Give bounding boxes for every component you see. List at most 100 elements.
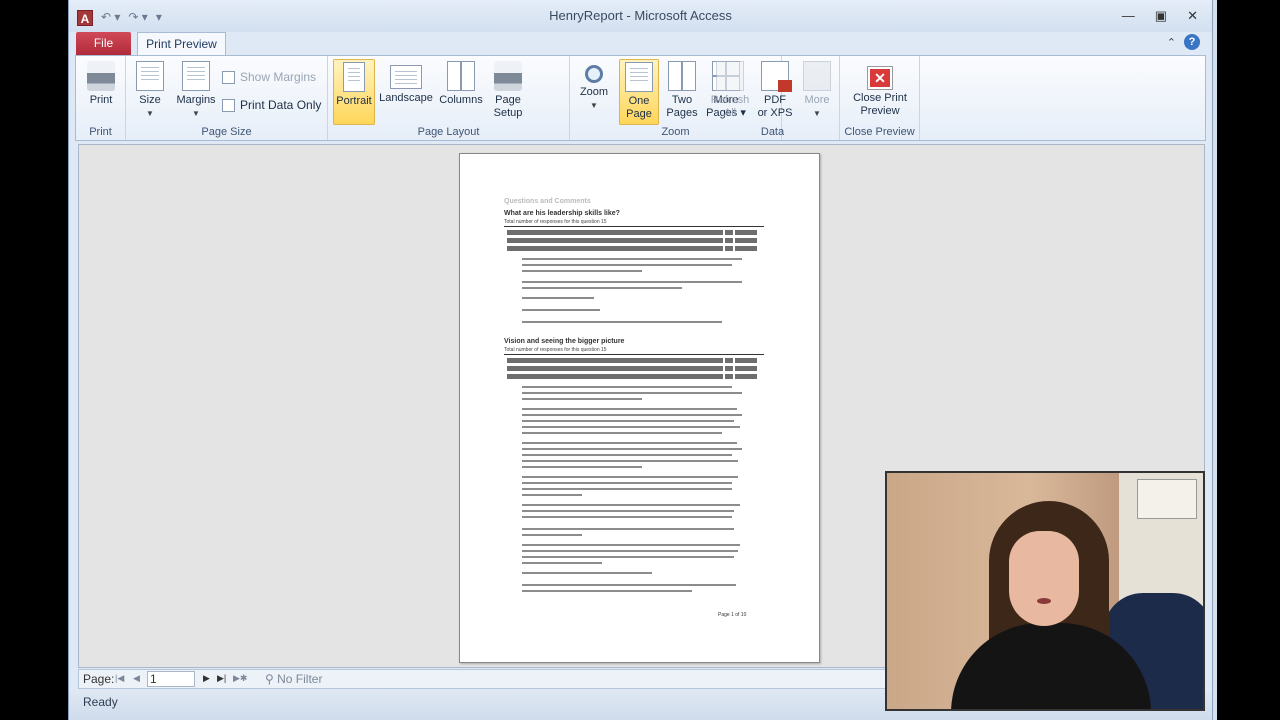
comment-line [522,386,732,388]
rating-percent [735,366,757,371]
print-button[interactable]: Print [82,59,120,107]
minimize-icon[interactable]: — [1122,8,1135,24]
rating-count [725,366,733,371]
refresh-icon [716,61,744,91]
page-label: Page: [83,672,115,686]
last-page-icon[interactable]: ▶| [217,673,226,684]
comment-line [522,476,738,478]
print-data-only-label: Print Data Only [240,98,322,112]
minimize-ribbon-icon[interactable]: ⌃ [1167,36,1176,49]
window-controls: — ▣ ✕ [1122,8,1198,24]
margins-button[interactable]: Margins ▼ [174,59,218,120]
first-page-icon[interactable]: |◀ [115,673,124,684]
comment-line [522,281,742,283]
comment-line [522,494,582,496]
group-label-page-layout: Page Layout [417,126,480,138]
next-page-icon[interactable]: ▶ [203,673,210,684]
comment-line [522,442,737,444]
close-icon[interactable]: ✕ [1187,8,1198,24]
rating-percent [735,238,757,243]
question-2-total: Total number of responses for this quest… [504,347,607,353]
title-bar: A ↶ ▾ ↷ ▾ ▾ HenryReport - Microsoft Acce… [69,0,1212,32]
columns-button[interactable]: Columns [436,59,486,107]
dropdown-arrow-icon: ▼ [590,101,598,110]
comment-line [522,392,742,394]
landscape-icon [390,65,422,89]
ribbon: Print Print Size ▼ Margins ▼ Show Margin… [75,55,1206,141]
question-2-title: Vision and seeing the bigger picture [504,338,625,345]
new-record-icon[interactable]: ▶✱ [233,673,247,684]
two-pages-button[interactable]: Two Pages [662,59,702,120]
portrait-icon [343,62,365,92]
one-page-label-1: One [628,95,650,107]
page-footer: Page 1 of 10 [718,612,747,618]
columns-icon [447,61,475,91]
rating-percent [735,230,757,235]
filter-icon: ⚲ [265,672,278,686]
comment-line [522,420,734,422]
page-number-input[interactable]: 1 [147,671,195,687]
comment-line [522,297,594,299]
comment-line [522,516,732,518]
comment-line [522,414,742,416]
question-1-total: Total number of responses for this quest… [504,219,607,225]
more-export-button[interactable]: More ▼ [798,59,836,120]
zoom-button[interactable]: Zoom ▼ [575,59,613,112]
group-data: Refresh All PDF or XPS More ▼ Data [706,56,840,140]
rating-count [725,238,733,243]
group-label-print: Print [89,126,112,138]
divider [504,354,764,355]
comment-line [522,398,642,400]
portrait-button[interactable]: Portrait [333,59,375,125]
comment-line [522,287,682,289]
previous-page-icon[interactable]: ◀ [133,673,140,684]
comment-line [522,550,738,552]
tab-file[interactable]: File [76,32,131,55]
close-label-2: Preview [860,105,900,117]
tab-print-preview[interactable]: Print Preview [137,32,226,56]
comment-line [522,534,582,536]
more-export-icon [803,61,831,91]
group-close-preview: ✕ Close Print Preview Close Preview [840,56,920,140]
comment-line [522,426,740,428]
close-preview-icon: ✕ [867,66,893,90]
comment-line [522,562,602,564]
one-page-button[interactable]: One Page [619,59,659,125]
one-page-label-2: Page [626,108,652,120]
show-margins-label: Show Margins [240,70,317,84]
rating-bar [507,374,723,379]
refresh-label-1: Refresh [710,94,750,106]
comment-line [522,584,736,586]
page-setup-label-1: Page [495,94,521,106]
comment-line [522,572,652,574]
zoom-label: Zoom [579,86,609,98]
page-setup-button[interactable]: Page Setup [488,59,528,120]
two-pages-icon [668,61,696,91]
two-pages-label-1: Two [671,94,693,106]
pdf-xps-button[interactable]: PDF or XPS [754,59,796,120]
help-icon[interactable]: ? [1184,34,1200,50]
webcam-presenter-mouth [1037,598,1051,604]
rating-percent [735,246,757,251]
comment-line [522,432,722,434]
report-page[interactable]: Questions and Comments What are his lead… [459,153,820,663]
group-print: Print Print [76,56,126,140]
comment-line [522,408,737,410]
no-filter-indicator[interactable]: ⚲ No Filter [265,672,322,686]
one-page-icon [625,62,653,92]
landscape-button[interactable]: Landscape [378,59,434,105]
ribbon-tabs: File Print Preview ⌃ ? [69,32,1212,56]
maximize-icon[interactable]: ▣ [1155,8,1167,24]
comment-line [522,309,600,311]
close-label-1: Close Print [853,92,907,104]
group-page-size: Size ▼ Margins ▼ Show Margins Print Data… [126,56,328,140]
print-data-only-checkbox[interactable]: Print Data Only [222,98,321,112]
comment-line [522,488,732,490]
rating-bar [507,366,723,371]
refresh-all-button[interactable]: Refresh All [708,59,752,120]
close-print-preview-button[interactable]: ✕ Close Print Preview [844,59,916,118]
divider [504,226,764,227]
comment-line [522,321,722,323]
size-button[interactable]: Size ▼ [132,59,168,120]
show-margins-checkbox[interactable]: Show Margins [222,70,316,84]
